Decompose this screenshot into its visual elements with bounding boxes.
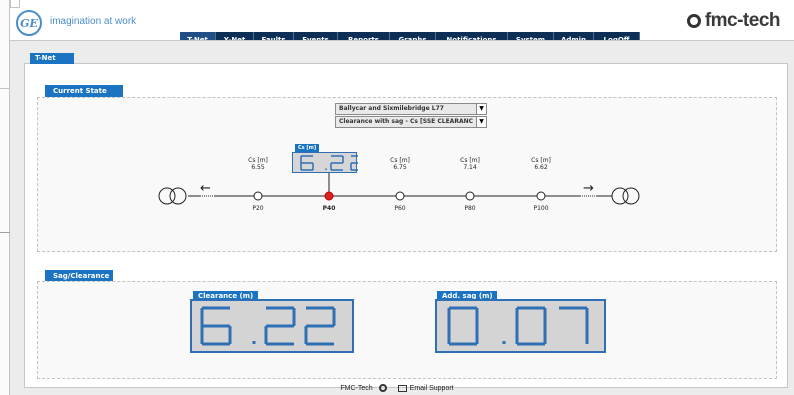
lcd-digit xyxy=(264,306,296,346)
cs-reading-p100: Cs [m] 6.62 xyxy=(531,157,551,171)
fmc-logo-icon xyxy=(378,384,387,392)
lcd-digit xyxy=(330,155,344,171)
selected-reading-label: Cs [m] xyxy=(295,144,319,152)
measure-point-p100[interactable] xyxy=(536,191,546,201)
email-support-link[interactable]: Email Support xyxy=(410,385,454,392)
point-label-p60: P60 xyxy=(394,205,406,212)
lcd-decimal-point xyxy=(325,168,327,170)
lcd-digit xyxy=(200,306,232,346)
company-link[interactable]: FMC-Tech xyxy=(340,385,372,392)
transformer-left-icon xyxy=(169,187,187,205)
clearance-display xyxy=(190,299,354,353)
selected-reading-display xyxy=(292,152,364,173)
add-sag-display xyxy=(435,299,606,353)
point-label-p100: P100 xyxy=(533,205,549,212)
arrow-left-icon: ← xyxy=(200,181,211,196)
cs-reading-p60: Cs [m] 6.75 xyxy=(390,157,410,171)
lcd-digit xyxy=(304,306,336,346)
measure-point-p20[interactable] xyxy=(253,191,263,201)
lcd-digit xyxy=(350,155,364,171)
add-sag-digits xyxy=(447,306,589,346)
measure-point-p60[interactable] xyxy=(395,191,405,201)
point-label-p20: P20 xyxy=(252,205,264,212)
cs-reading-p20: Cs [m] 6.55 xyxy=(248,157,268,171)
transformer-right-icon xyxy=(622,187,640,205)
selected-reading-digits xyxy=(300,155,364,171)
measure-point-p80[interactable] xyxy=(465,191,475,201)
lcd-digit xyxy=(515,306,547,346)
clearance-digits xyxy=(200,306,336,346)
lcd-digit xyxy=(300,155,314,171)
arrow-right-icon: → xyxy=(583,181,594,196)
email-icon[interactable] xyxy=(397,384,407,392)
lcd-decimal-point xyxy=(252,341,256,344)
footer: FMC-Tech Email Support xyxy=(0,384,794,392)
measure-point-p40[interactable] xyxy=(324,191,334,201)
point-label-p40: P40 xyxy=(322,205,336,212)
point-label-p80: P80 xyxy=(464,205,476,212)
lcd-decimal-point xyxy=(502,341,506,344)
cs-reading-p80: Cs [m] 7.14 xyxy=(460,157,480,171)
lcd-digit xyxy=(559,306,589,344)
lcd-digit xyxy=(447,306,479,346)
line-diagram: ← → xyxy=(158,173,640,205)
